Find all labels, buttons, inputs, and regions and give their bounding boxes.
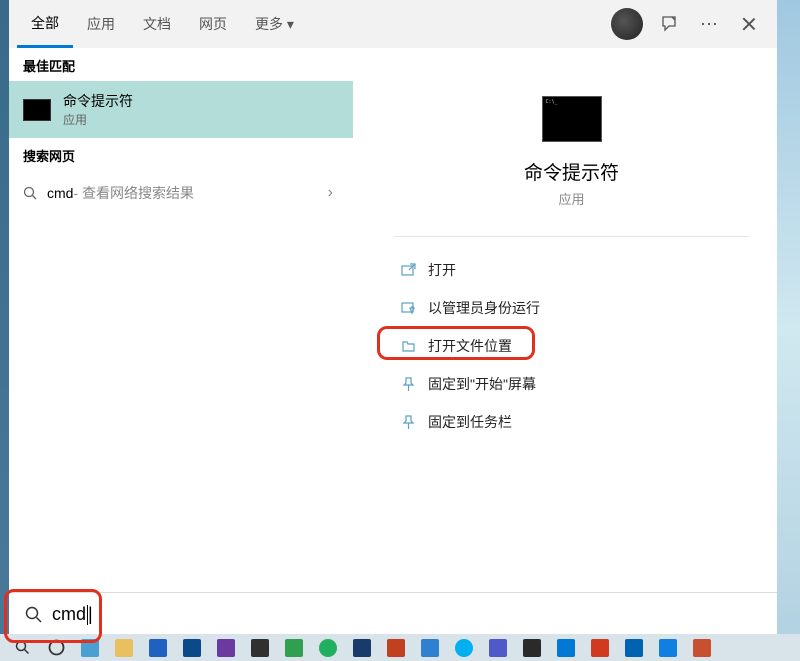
- taskbar-app-7[interactable]: [278, 634, 310, 661]
- tab-apps[interactable]: 应用: [73, 2, 129, 46]
- pin-taskbar-icon: [398, 415, 418, 430]
- best-match-title: 命令提示符: [63, 91, 133, 111]
- preview-thumb: [542, 96, 602, 142]
- action-pin-start[interactable]: 固定到"开始"屏幕: [394, 365, 749, 403]
- action-pin-start-label: 固定到"开始"屏幕: [428, 374, 536, 394]
- taskbar-app-13[interactable]: [482, 634, 514, 661]
- taskbar-app-1[interactable]: [74, 634, 106, 661]
- action-run-admin[interactable]: 以管理员身份运行: [394, 289, 749, 327]
- action-run-admin-label: 以管理员身份运行: [428, 298, 540, 318]
- taskbar-app-4[interactable]: [176, 634, 208, 661]
- taskbar-app-19[interactable]: [686, 634, 718, 661]
- feedback-button[interactable]: [649, 4, 689, 44]
- taskbar-app-2[interactable]: [108, 634, 140, 661]
- action-open-location-label: 打开文件位置: [428, 336, 512, 356]
- best-match-header: 最佳匹配: [9, 48, 353, 81]
- tab-more[interactable]: 更多 ▾: [241, 2, 308, 46]
- taskbar: [0, 634, 800, 661]
- chevron-down-icon: ▾: [287, 16, 294, 32]
- close-icon: [742, 17, 756, 31]
- admin-icon: [398, 301, 418, 316]
- preview-sub: 应用: [394, 189, 749, 208]
- cmd-icon: [23, 99, 51, 121]
- action-pin-taskbar[interactable]: 固定到任务栏: [394, 403, 749, 441]
- search-tabs: 全部 应用 文档 网页 更多 ▾ ⋯: [9, 0, 777, 48]
- taskbar-cortana-icon[interactable]: [40, 634, 72, 661]
- taskbar-app-9[interactable]: [346, 634, 378, 661]
- taskbar-app-14[interactable]: [516, 634, 548, 661]
- tab-all[interactable]: 全部: [17, 1, 73, 48]
- taskbar-app-5[interactable]: [210, 634, 242, 661]
- action-open-label: 打开: [428, 260, 456, 280]
- folder-icon: [398, 339, 418, 354]
- taskbar-app-6[interactable]: [244, 634, 276, 661]
- taskbar-app-8[interactable]: [312, 634, 344, 661]
- taskbar-app-10[interactable]: [380, 634, 412, 661]
- open-icon: [398, 263, 418, 278]
- best-match-sub: 应用: [63, 111, 133, 128]
- search-panel: 全部 应用 文档 网页 更多 ▾ ⋯ 最佳匹配 命令提示符 应用 搜索网页: [9, 0, 777, 636]
- options-button[interactable]: ⋯: [689, 4, 729, 44]
- text-cursor: [87, 605, 88, 625]
- action-open[interactable]: 打开: [394, 251, 749, 289]
- search-input[interactable]: cmd: [52, 604, 761, 625]
- web-query-text: cmd: [47, 185, 73, 201]
- best-match-item[interactable]: 命令提示符 应用: [9, 81, 353, 138]
- taskbar-app-16[interactable]: [584, 634, 616, 661]
- search-icon: [23, 186, 37, 200]
- search-icon: [25, 606, 42, 623]
- web-search-item[interactable]: cmd - 查看网络搜索结果 ›: [9, 171, 353, 215]
- taskbar-app-15[interactable]: [550, 634, 582, 661]
- action-open-location[interactable]: 打开文件位置: [394, 327, 749, 365]
- taskbar-app-11[interactable]: [414, 634, 446, 661]
- action-pin-taskbar-label: 固定到任务栏: [428, 412, 512, 432]
- preview-pane: 命令提示符 应用 打开 以管理员身份运行 打开文件位置 固定到"开始"屏幕: [366, 58, 777, 636]
- pin-start-icon: [398, 377, 418, 392]
- taskbar-app-17[interactable]: [618, 634, 650, 661]
- feedback-icon: [660, 15, 678, 33]
- search-bar[interactable]: cmd: [9, 592, 777, 636]
- action-list: 打开 以管理员身份运行 打开文件位置 固定到"开始"屏幕 固定到任务栏: [394, 236, 749, 441]
- taskbar-app-18[interactable]: [652, 634, 684, 661]
- search-web-header: 搜索网页: [9, 138, 353, 171]
- desktop-icons-strip: [0, 0, 9, 661]
- tab-web[interactable]: 网页: [185, 2, 241, 46]
- results-list: 最佳匹配 命令提示符 应用 搜索网页 cmd - 查看网络搜索结果 ›: [9, 48, 354, 636]
- user-avatar[interactable]: [611, 8, 643, 40]
- tab-docs[interactable]: 文档: [129, 2, 185, 46]
- taskbar-app-3[interactable]: [142, 634, 174, 661]
- taskbar-app-12[interactable]: [448, 634, 480, 661]
- preview-title: 命令提示符: [394, 158, 749, 185]
- close-button[interactable]: [729, 4, 769, 44]
- desktop-wallpaper-edge: [777, 0, 800, 661]
- chevron-right-icon: ›: [328, 184, 333, 202]
- web-hint-text: - 查看网络搜索结果: [73, 183, 194, 203]
- search-results-area: 最佳匹配 命令提示符 应用 搜索网页 cmd - 查看网络搜索结果 › 命令提示…: [9, 48, 777, 636]
- taskbar-search-icon[interactable]: [6, 634, 38, 661]
